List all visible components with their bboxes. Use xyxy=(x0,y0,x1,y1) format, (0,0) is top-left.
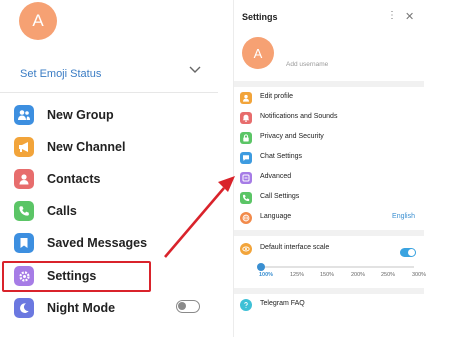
help-icon xyxy=(240,299,252,311)
phone-icon xyxy=(14,201,34,221)
chevron-down-icon[interactable] xyxy=(189,65,201,75)
settings-item-label: Advanced xyxy=(260,173,292,180)
more-options-icon[interactable]: ⋮ xyxy=(387,10,397,21)
chat-icon xyxy=(240,152,252,164)
scale-slider-handle[interactable] xyxy=(257,263,265,271)
menu-item-saved-messages[interactable]: Saved Messages xyxy=(0,230,218,256)
divider xyxy=(0,92,218,93)
lock-icon xyxy=(240,132,252,144)
menu-item-label: Night Mode xyxy=(47,301,116,315)
language-value: English xyxy=(392,213,415,220)
settings-item-label: Notifications and Sounds xyxy=(260,113,338,120)
interface-scale-toggle[interactable] xyxy=(400,248,416,257)
section-separator xyxy=(234,230,424,236)
avatar-letter: A xyxy=(253,45,263,61)
menu-item-label: Contacts xyxy=(47,172,101,186)
menu-item-label: Calls xyxy=(47,204,77,218)
menu-item-new-group[interactable]: New Group xyxy=(0,102,218,128)
scale-slider[interactable] xyxy=(257,263,414,271)
scale-option[interactable]: 200% xyxy=(351,272,365,278)
section-separator xyxy=(234,288,424,294)
settings-item-label: Default interface scale xyxy=(260,244,330,251)
settings-item-edit-profile[interactable]: Edit profile xyxy=(234,89,424,107)
bell-icon xyxy=(240,112,252,124)
settings-highlight-box xyxy=(2,261,151,292)
globe-icon xyxy=(240,212,252,224)
profile-avatar[interactable]: A xyxy=(242,37,274,69)
settings-item-telegram-faq[interactable]: Telegram FAQ xyxy=(234,296,424,314)
settings-item-label: Telegram FAQ xyxy=(260,300,305,307)
scale-option[interactable]: 125% xyxy=(290,272,304,278)
settings-item-privacy[interactable]: Privacy and Security xyxy=(234,129,424,147)
menu-item-label: Saved Messages xyxy=(47,236,148,250)
menu-item-label: New Group xyxy=(47,108,114,122)
toggle-knob xyxy=(408,249,415,256)
eye-icon xyxy=(240,243,252,255)
avatar-letter: A xyxy=(32,11,44,30)
advanced-icon xyxy=(240,172,252,184)
menu-item-calls[interactable]: Calls xyxy=(0,198,218,224)
phone-icon xyxy=(240,192,252,204)
settings-title: Settings xyxy=(242,12,278,22)
settings-item-call-settings[interactable]: Call Settings xyxy=(234,189,424,207)
night-mode-toggle[interactable] xyxy=(176,300,200,313)
settings-item-interface-scale[interactable]: Default interface scale xyxy=(234,240,424,258)
channel-icon xyxy=(14,137,34,157)
user-avatar[interactable]: A xyxy=(19,2,57,40)
settings-panel: Settings ⋮ ✕ A Add username Edit profile… xyxy=(233,0,426,337)
settings-item-label: Language xyxy=(260,213,292,220)
settings-item-label: Call Settings xyxy=(260,193,300,200)
add-username-link[interactable]: Add username xyxy=(286,61,328,68)
menu-item-new-channel[interactable]: New Channel xyxy=(0,134,218,160)
scale-option[interactable]: 100% xyxy=(259,272,273,278)
settings-item-label: Privacy and Security xyxy=(260,133,324,140)
scale-option[interactable]: 250% xyxy=(381,272,395,278)
menu-item-contacts[interactable]: Contacts xyxy=(0,166,218,192)
moon-icon xyxy=(14,298,34,318)
scale-option[interactable]: 300% xyxy=(412,272,426,278)
profile-icon xyxy=(240,92,252,104)
menu-item-label: New Channel xyxy=(47,140,126,154)
settings-item-notifications[interactable]: Notifications and Sounds xyxy=(234,109,424,127)
set-emoji-status-link[interactable]: Set Emoji Status xyxy=(20,68,101,80)
contacts-icon xyxy=(14,169,34,189)
settings-item-label: Chat Settings xyxy=(260,153,303,160)
settings-item-language[interactable]: Language English xyxy=(234,209,424,227)
settings-item-advanced[interactable]: Advanced xyxy=(234,169,424,187)
bookmark-icon xyxy=(14,233,34,253)
toggle-knob xyxy=(178,302,186,310)
settings-item-label: Edit profile xyxy=(260,93,294,100)
section-separator xyxy=(234,81,424,87)
scale-option[interactable]: 150% xyxy=(320,272,334,278)
group-icon xyxy=(14,105,34,125)
scale-options: 100% 125% 150% 200% 250% 300% xyxy=(259,272,426,282)
settings-item-chat-settings[interactable]: Chat Settings xyxy=(234,149,424,167)
close-icon[interactable]: ✕ xyxy=(405,10,414,23)
